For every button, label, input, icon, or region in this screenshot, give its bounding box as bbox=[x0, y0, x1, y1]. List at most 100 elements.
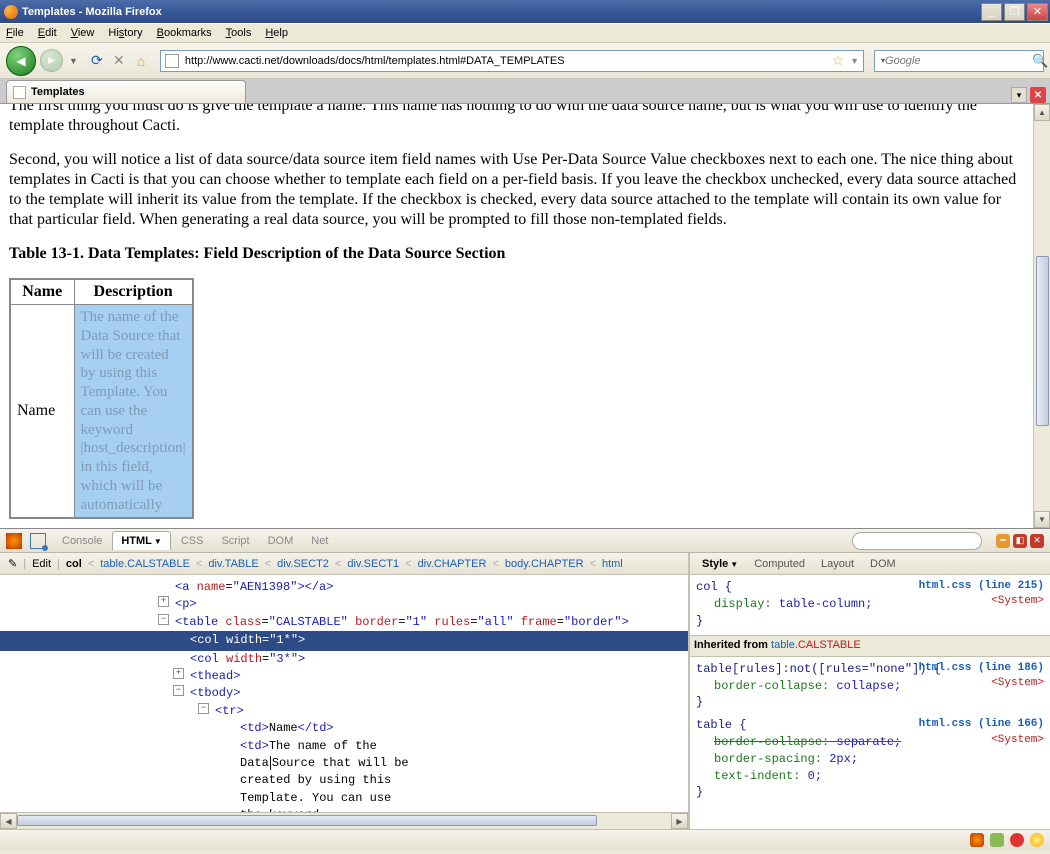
firebug-edit-icon[interactable]: ✎ bbox=[8, 557, 17, 570]
menu-file[interactable]: File bbox=[6, 27, 24, 39]
inspect-icon[interactable] bbox=[30, 533, 46, 549]
restore-button[interactable]: ❐ bbox=[1004, 3, 1025, 21]
search-input[interactable] bbox=[885, 55, 1028, 67]
scroll-right-button[interactable]: ▶ bbox=[671, 813, 688, 829]
breadcrumb: ✎ | Edit | col < table.CALSTABLE < div.T… bbox=[0, 553, 688, 575]
firebug-html-pane: ✎ | Edit | col < table.CALSTABLE < div.T… bbox=[0, 553, 690, 829]
browser-tab[interactable]: Templates bbox=[6, 80, 246, 103]
edit-button[interactable]: Edit bbox=[32, 558, 51, 570]
search-go-icon[interactable]: 🔍 bbox=[1032, 53, 1048, 69]
stop-icon[interactable]: ✕ bbox=[110, 52, 128, 70]
inherited-header: Inherited from table.CALSTABLE bbox=[690, 635, 1050, 656]
firebug-search-input[interactable] bbox=[852, 532, 982, 550]
smiley-status-icon[interactable] bbox=[1030, 833, 1044, 847]
menu-history[interactable]: History bbox=[108, 27, 142, 39]
style-tabs: Style▼ Computed Layout DOM bbox=[690, 553, 1050, 575]
firebug-tab-script[interactable]: Script bbox=[213, 532, 257, 550]
firebug-minimize-button[interactable]: ━ bbox=[996, 534, 1010, 548]
firebug-tab-dom[interactable]: DOM bbox=[260, 532, 302, 550]
source-link[interactable]: html.css (line 215) bbox=[919, 580, 1044, 592]
paragraph-cut: The first thing you must do is give the … bbox=[9, 104, 1024, 136]
tab-label: Templates bbox=[31, 86, 85, 98]
firebug-status-icon[interactable] bbox=[970, 833, 984, 847]
crumb-body[interactable]: body.CHAPTER bbox=[505, 558, 584, 570]
expand-icon[interactable]: + bbox=[173, 668, 184, 679]
crumb-sect1[interactable]: div.SECT1 bbox=[347, 558, 399, 570]
firebug-close-button[interactable]: ✕ bbox=[1030, 534, 1044, 548]
window-title: Templates - Mozilla Firefox bbox=[22, 6, 981, 18]
home-icon[interactable]: ⌂ bbox=[132, 52, 150, 70]
td-name: Name bbox=[10, 305, 74, 519]
menu-help[interactable]: Help bbox=[265, 27, 288, 39]
firebug-tab-html[interactable]: HTML▼ bbox=[112, 531, 170, 550]
page-icon bbox=[165, 54, 179, 68]
collapse-icon[interactable]: − bbox=[198, 703, 209, 714]
style-tab-style[interactable]: Style▼ bbox=[694, 555, 746, 573]
source-link[interactable]: html.css (line 166) bbox=[919, 718, 1044, 730]
scroll-up-button[interactable]: ▲ bbox=[1034, 104, 1050, 121]
selected-node: <col width="1*"> bbox=[0, 631, 688, 650]
crumb-col[interactable]: col bbox=[66, 558, 82, 570]
search-bar[interactable]: ▾ 🔍 bbox=[874, 50, 1044, 72]
firebug-style-pane: Style▼ Computed Layout DOM html.css (lin… bbox=[690, 553, 1050, 829]
style-tab-computed[interactable]: Computed bbox=[746, 555, 813, 573]
expand-icon[interactable]: + bbox=[158, 596, 169, 607]
vertical-scrollbar[interactable]: ▲ ▼ bbox=[1033, 104, 1050, 528]
style-tab-dom[interactable]: DOM bbox=[862, 555, 904, 573]
firebug-tab-css[interactable]: CSS bbox=[173, 532, 212, 550]
tab-page-icon bbox=[13, 86, 26, 99]
menu-tools[interactable]: Tools bbox=[226, 27, 252, 39]
collapse-icon[interactable]: − bbox=[158, 614, 169, 625]
td-description[interactable]: The name of the Data Source that will be… bbox=[74, 305, 193, 519]
close-button[interactable]: ✕ bbox=[1027, 3, 1048, 21]
url-dropdown[interactable]: ▼ bbox=[850, 56, 859, 66]
scroll-thumb[interactable] bbox=[1036, 256, 1049, 426]
crumb-table[interactable]: table.CALSTABLE bbox=[100, 558, 190, 570]
close-tab-button[interactable]: ✕ bbox=[1030, 87, 1046, 103]
reload-icon[interactable]: ⟳ bbox=[88, 52, 106, 70]
firebug-icon[interactable] bbox=[6, 533, 22, 549]
scroll-left-button[interactable]: ◀ bbox=[0, 813, 17, 829]
crumb-html[interactable]: html bbox=[602, 558, 623, 570]
content-viewport: The first thing you must do is give the … bbox=[0, 104, 1050, 528]
scroll-down-button[interactable]: ▼ bbox=[1034, 511, 1050, 528]
tab-list-dropdown[interactable]: ▾ bbox=[1011, 87, 1027, 103]
crumb-sect2[interactable]: div.SECT2 bbox=[277, 558, 329, 570]
forward-button[interactable] bbox=[40, 49, 63, 72]
status-bar bbox=[0, 829, 1050, 850]
hscroll-thumb[interactable] bbox=[17, 815, 597, 826]
firefox-icon bbox=[4, 5, 18, 19]
css-rules[interactable]: html.css (line 215)<System> col { displa… bbox=[690, 575, 1050, 829]
firebug-toolbar: Console HTML▼ CSS Script DOM Net ━ ◧ ✕ bbox=[0, 529, 1050, 553]
tab-strip: Templates ▾ ✕ bbox=[0, 79, 1050, 104]
firebug-panel: Console HTML▼ CSS Script DOM Net ━ ◧ ✕ ✎… bbox=[0, 528, 1050, 829]
bookmark-star-icon[interactable]: ☆ bbox=[832, 52, 845, 69]
abp-status-icon[interactable] bbox=[1010, 833, 1024, 847]
crumb-chapter[interactable]: div.CHAPTER bbox=[418, 558, 487, 570]
url-input[interactable] bbox=[183, 55, 826, 67]
collapse-icon[interactable]: − bbox=[173, 685, 184, 696]
th-description: Description bbox=[74, 279, 193, 305]
chevron-down-icon: ▼ bbox=[730, 560, 738, 569]
url-bar[interactable]: ☆ ▼ bbox=[160, 50, 864, 72]
crumb-divtable[interactable]: div.TABLE bbox=[208, 558, 258, 570]
menu-bookmarks[interactable]: Bookmarks bbox=[157, 27, 212, 39]
table-caption: Table 13-1. Data Templates: Field Descri… bbox=[9, 244, 1024, 264]
firebug-tab-console[interactable]: Console bbox=[54, 532, 110, 550]
html-tree[interactable]: <a name="AEN1398"></a> +<p> −<table clas… bbox=[0, 575, 688, 812]
history-dropdown[interactable]: ▼ bbox=[69, 56, 78, 66]
page-content: The first thing you must do is give the … bbox=[0, 104, 1033, 528]
th-name: Name bbox=[10, 279, 74, 305]
minimize-button[interactable]: _ bbox=[981, 3, 1002, 21]
style-tab-layout[interactable]: Layout bbox=[813, 555, 862, 573]
back-button[interactable] bbox=[6, 46, 36, 76]
firebug-popout-button[interactable]: ◧ bbox=[1013, 534, 1027, 548]
menu-edit[interactable]: Edit bbox=[38, 27, 57, 39]
status-icon[interactable] bbox=[990, 833, 1004, 847]
firebug-tab-net[interactable]: Net bbox=[303, 532, 336, 550]
horizontal-scrollbar[interactable]: ◀ ▶ bbox=[0, 812, 688, 829]
menu-view[interactable]: View bbox=[71, 27, 95, 39]
window-titlebar: Templates - Mozilla Firefox _ ❐ ✕ bbox=[0, 0, 1050, 23]
chevron-down-icon: ▼ bbox=[154, 537, 162, 546]
source-link[interactable]: html.css (line 186) bbox=[919, 662, 1044, 674]
